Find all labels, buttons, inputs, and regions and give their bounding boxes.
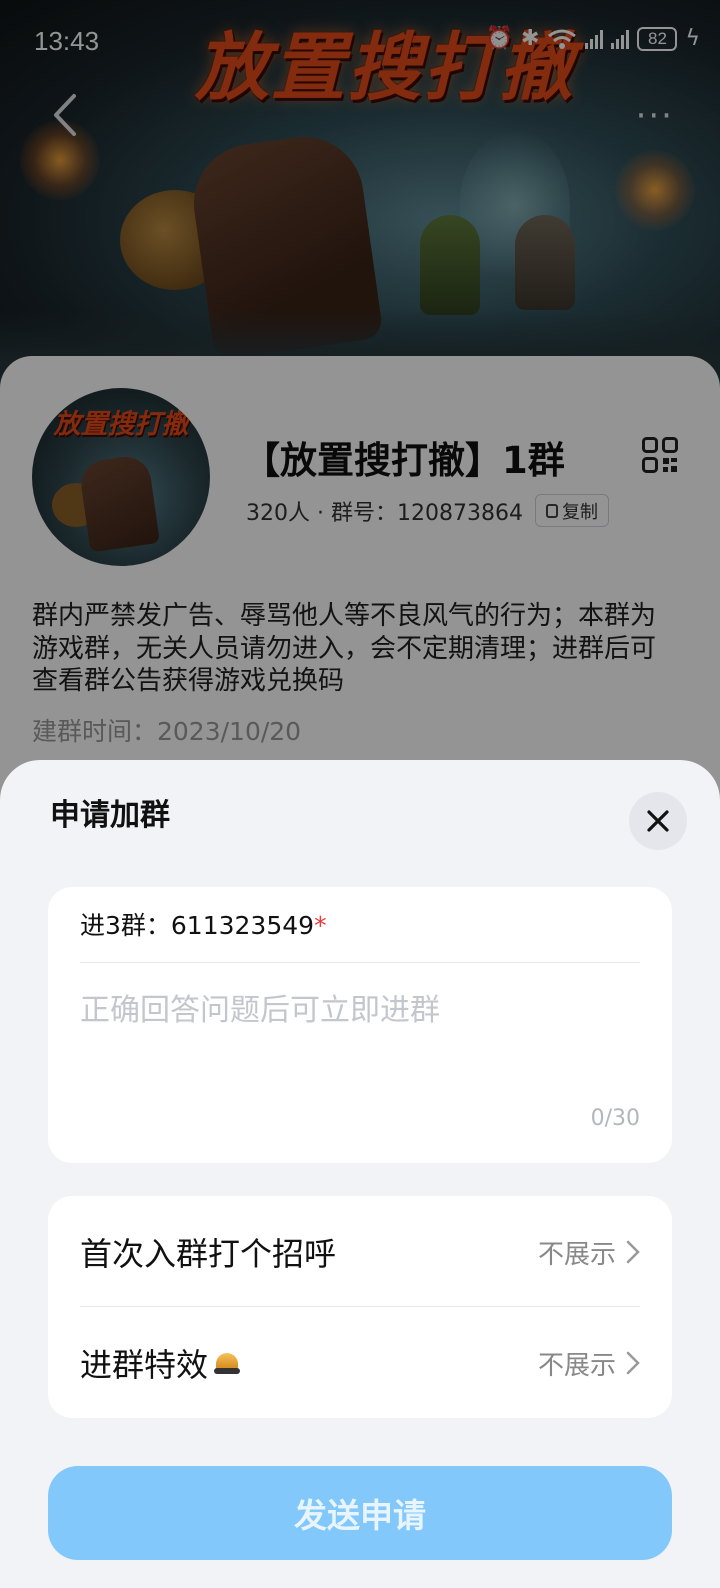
join-request-sheet [0,760,720,1588]
chevron-right-icon [626,1240,640,1264]
effect-icon [214,1351,241,1375]
option-label-text: 进群特效 [80,1346,209,1384]
answer-input[interactable] [80,985,640,1085]
option-label: 首次入群打个招呼 [80,1235,337,1273]
divider [80,1306,640,1307]
sheet-title: 申请加群 [50,798,170,833]
option-value: 不展示 [538,1234,640,1271]
send-request-button[interactable]: 发送申请 [48,1466,672,1560]
divider [80,962,640,963]
option-join-effect[interactable]: 进群特效 不展示 [80,1333,640,1393]
required-mark: * [314,911,327,940]
chevron-right-icon [626,1351,640,1375]
option-value-text: 不展示 [537,1350,616,1381]
close-button[interactable] [629,792,687,850]
option-greeting[interactable]: 首次入群打个招呼 不展示 [80,1222,640,1282]
question-text: 进3群：611323549 [80,911,315,940]
option-value: 不展示 [538,1345,640,1382]
question-label: 进3群：611323549* [80,906,327,942]
option-label: 进群特效 [80,1340,241,1386]
char-counter: 0/30 [590,1106,640,1131]
option-value-text: 不展示 [537,1239,616,1270]
close-icon [647,810,669,832]
